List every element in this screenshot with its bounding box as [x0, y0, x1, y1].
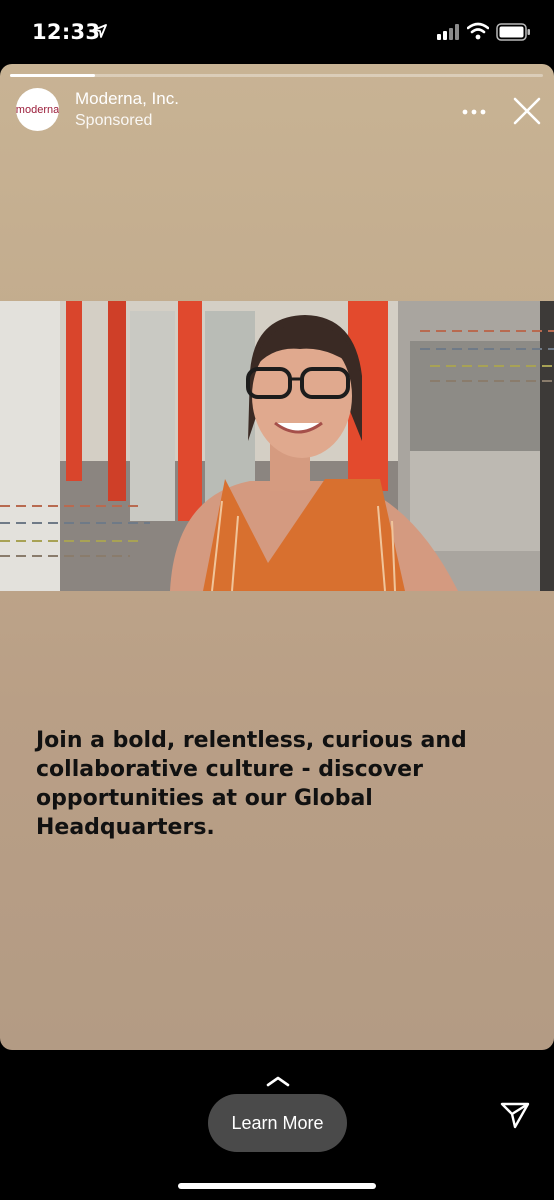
ad-photo[interactable]: [0, 301, 554, 591]
story-card[interactable]: moderna Moderna, Inc. Sponsored Join a b…: [0, 64, 554, 1050]
more-options-icon[interactable]: [462, 102, 486, 120]
status-bar: 12:33: [0, 0, 554, 64]
battery-icon: [496, 23, 532, 46]
advertiser-name[interactable]: Moderna, Inc.: [75, 89, 179, 109]
learn-more-button[interactable]: Learn More: [208, 1094, 347, 1152]
home-indicator[interactable]: [178, 1183, 376, 1189]
advertiser-avatar[interactable]: moderna: [16, 88, 59, 131]
wifi-icon: [466, 22, 490, 45]
avatar-logo-text: moderna: [16, 103, 59, 116]
status-time: 12:33: [32, 20, 101, 44]
location-arrow-icon: [93, 24, 107, 43]
close-icon[interactable]: [512, 96, 542, 131]
ad-headline: Join a bold, relentless, curious and col…: [36, 728, 467, 840]
story-progress-fill: [10, 74, 96, 77]
story-progress-bar: [10, 74, 543, 77]
cellular-signal-icon: [437, 24, 461, 45]
send-icon[interactable]: [500, 1101, 530, 1134]
sponsored-label: Sponsored: [75, 112, 153, 129]
chevron-up-icon[interactable]: [266, 1074, 290, 1092]
